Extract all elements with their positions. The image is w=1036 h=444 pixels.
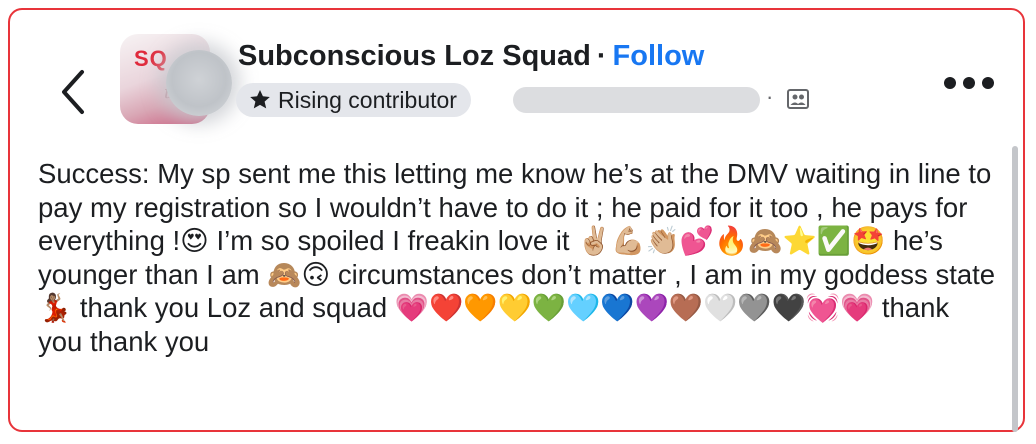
more-dot: [944, 77, 956, 89]
title-separator: ·: [596, 40, 607, 72]
more-dot: [963, 77, 975, 89]
scrollbar[interactable]: [1012, 146, 1018, 432]
more-dot: [982, 77, 994, 89]
star-icon: [250, 90, 270, 109]
post-body-text: Success: My sp sent me this letting me k…: [38, 158, 996, 357]
follow-button[interactable]: Follow: [613, 40, 705, 72]
group-avatar-text: SQ: [134, 46, 168, 71]
author-name-redacted[interactable]: [513, 87, 760, 113]
badge-label: Rising contributor: [278, 86, 457, 113]
chevron-left-icon[interactable]: [54, 68, 94, 116]
meta-separator: ·: [766, 84, 774, 109]
more-options-button[interactable]: [944, 72, 998, 94]
group-name[interactable]: Subconscious Loz Squad: [238, 40, 591, 72]
user-avatar[interactable]: [166, 50, 232, 116]
post-header-title: Subconscious Loz Squad · Follow: [238, 40, 704, 73]
rising-contributor-badge[interactable]: Rising contributor: [236, 83, 471, 117]
audience-icon[interactable]: [786, 87, 810, 111]
